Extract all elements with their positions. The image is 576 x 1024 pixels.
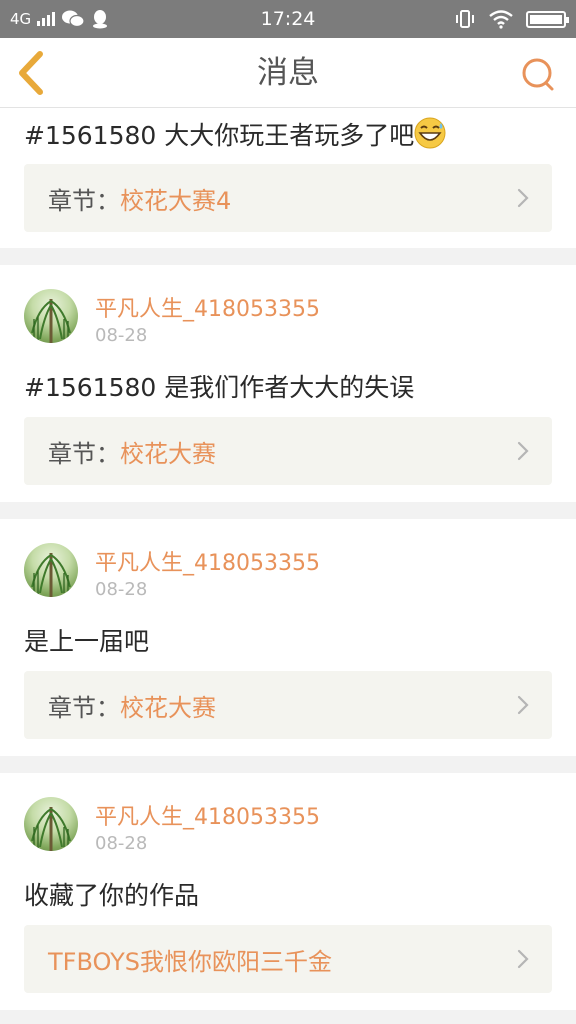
chapter-link[interactable]: 章节： 校花大赛4 — [24, 164, 552, 232]
nav-bar: 消息 — [0, 38, 576, 108]
username[interactable]: 平凡人生_418053355 — [95, 291, 320, 323]
status-right — [454, 0, 569, 38]
message-card: 平凡人生_418053355 08-28 收藏了你的作品 TFBOYS我恨你欧阳… — [0, 773, 576, 1010]
status-bar: 4G 17:24 — [0, 0, 576, 38]
work-link[interactable]: TFBOYS我恨你欧阳三千金 — [24, 925, 552, 993]
message-date: 08-28 — [95, 579, 148, 600]
page-title: 消息 — [257, 55, 319, 91]
chevron-right-icon — [517, 949, 529, 969]
chevron-right-icon — [517, 188, 529, 208]
chevron-right-icon — [517, 695, 529, 715]
username[interactable]: 平凡人生_418053355 — [95, 545, 320, 577]
avatar[interactable] — [24, 797, 78, 851]
grinning-sweat-emoji-icon — [414, 117, 446, 149]
message-card: #1561580 大大你玩王者玩多了吧 章节： 校花大赛4 — [0, 108, 576, 248]
chapter-name: 校花大赛 — [120, 693, 216, 722]
message-card: 平凡人生_418053355 08-28 #1561580 是我们作者大大的失误… — [0, 265, 576, 502]
chapter-prefix: 章节： — [48, 439, 120, 468]
willow-tree-icon — [31, 553, 71, 597]
chevron-right-icon — [517, 441, 529, 461]
chapter-link[interactable]: 章节： 校花大赛 — [24, 671, 552, 739]
avatar[interactable] — [24, 543, 78, 597]
chapter-prefix: 章节： — [48, 693, 120, 722]
battery-icon — [526, 10, 569, 28]
search-icon — [522, 58, 554, 91]
message-card: 平凡人生_418053355 08-28 是上一届吧 章节： 校花大赛 — [0, 519, 576, 756]
chapter-name: 校花大赛4 — [120, 186, 232, 215]
work-name: TFBOYS我恨你欧阳三千金 — [48, 947, 332, 976]
wifi-icon — [489, 10, 513, 29]
chapter-name: 校花大赛 — [120, 439, 216, 468]
chapter-link[interactable]: 章节： 校花大赛 — [24, 417, 552, 485]
message-text: #1561580 大大你玩王者玩多了吧 — [24, 116, 446, 152]
vibrate-icon — [456, 10, 474, 28]
message-text: 收藏了你的作品 — [24, 881, 200, 910]
willow-tree-icon — [31, 807, 71, 851]
message-date: 08-28 — [95, 325, 148, 346]
willow-tree-icon — [31, 299, 71, 343]
avatar[interactable] — [24, 289, 78, 343]
username[interactable]: 平凡人生_418053355 — [95, 799, 320, 831]
message-text-content: #1561580 大大你玩王者玩多了吧 — [24, 121, 415, 150]
message-text: 是上一届吧 — [24, 627, 150, 656]
search-button[interactable] — [518, 55, 558, 95]
message-date: 08-28 — [95, 833, 148, 854]
chapter-prefix: 章节： — [48, 186, 120, 215]
message-text: #1561580 是我们作者大大的失误 — [24, 373, 415, 402]
